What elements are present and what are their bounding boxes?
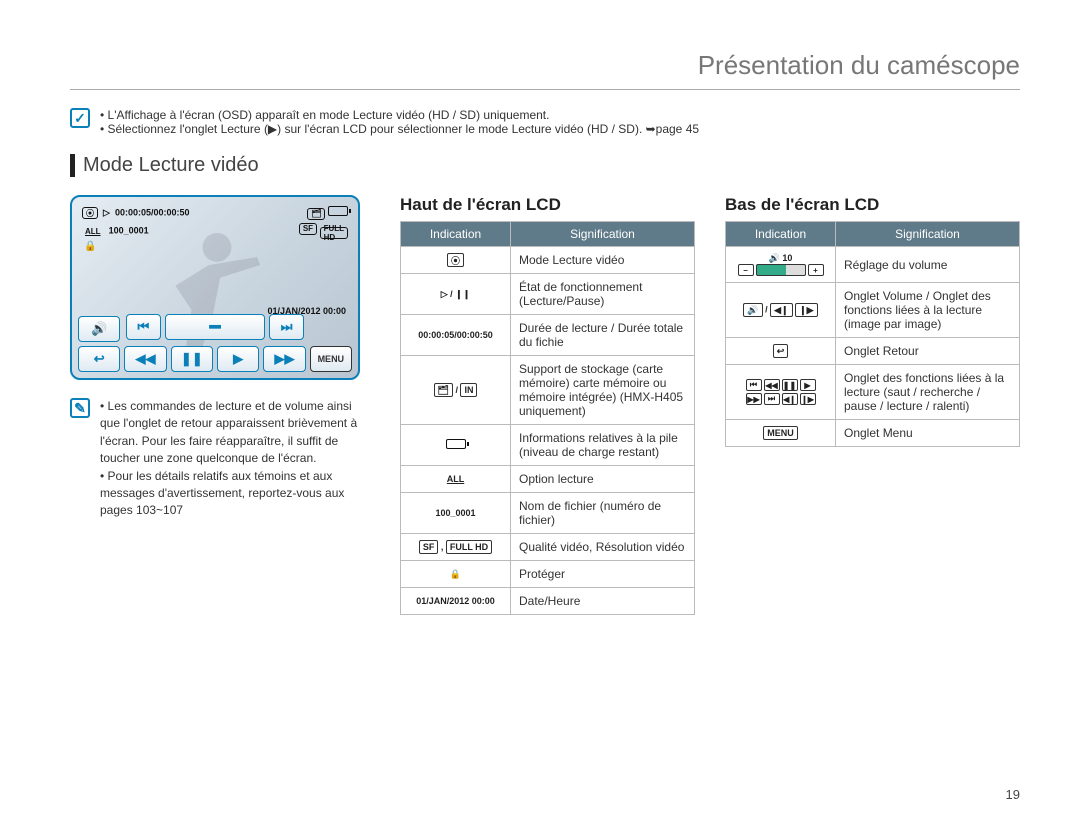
table-row: Informations relatives à la pile (niveau… bbox=[401, 425, 695, 466]
battery-icon bbox=[446, 439, 466, 449]
table-row: 100_0001Nom de fichier (numéro de fichie… bbox=[401, 493, 695, 534]
table-row: ⦿ Mode Lecture vidéo bbox=[401, 247, 695, 274]
table-header-indication: Indication bbox=[726, 222, 836, 247]
table-row: ▷ / ❙❙État de fonctionnement (Lecture/Pa… bbox=[401, 274, 695, 315]
table-row: MENU Onglet Menu bbox=[726, 420, 1020, 447]
table-row: 🗂 / INSupport de stockage (carte mémoire… bbox=[401, 356, 695, 425]
play-button[interactable]: ▶ bbox=[217, 346, 259, 372]
card-icon: 🗂 bbox=[307, 208, 325, 220]
cell-sig: Réglage du volume bbox=[836, 247, 1020, 283]
cell-sig: Informations relatives à la pile (niveau… bbox=[511, 425, 695, 466]
frame-back-icon: ◀❙ bbox=[770, 303, 792, 317]
table-header-indication: Indication bbox=[401, 222, 511, 247]
top-note-item: L'Affichage à l'écran (OSD) apparaît en … bbox=[100, 108, 699, 122]
menu-tab-icon: MENU bbox=[763, 426, 798, 440]
volume-button[interactable]: 🔊 bbox=[78, 316, 120, 342]
cell-sig: Date/Heure bbox=[511, 588, 695, 615]
cell-sig: Nom de fichier (numéro de fichier) bbox=[511, 493, 695, 534]
playback-functions-icon-2: ▶▶⏭◀❙❙▶ bbox=[746, 393, 816, 405]
quality-sf-icon: SF bbox=[419, 540, 439, 554]
table-row: SF , FULL HDQualité vidéo, Résolution vi… bbox=[401, 534, 695, 561]
table-row: 00:00:05/00:00:50Durée de lecture / Duré… bbox=[401, 315, 695, 356]
cell-sig: Qualité vidéo, Résolution vidéo bbox=[511, 534, 695, 561]
datetime-icon: 01/JAN/2012 00:00 bbox=[401, 588, 511, 615]
skip-forward-button[interactable]: ⏭ bbox=[269, 314, 304, 340]
time-counter-icon: 00:00:05/00:00:50 bbox=[401, 315, 511, 356]
progress-bar[interactable]: ━ bbox=[165, 314, 265, 340]
table-row: ↩ Onglet Retour bbox=[726, 338, 1020, 365]
top-note-block: ✓ L'Affichage à l'écran (OSD) apparaît e… bbox=[70, 108, 1020, 136]
return-tab-icon: ↩ bbox=[773, 344, 789, 358]
table-row: 01/JAN/2012 00:00Date/Heure bbox=[401, 588, 695, 615]
table-row: 🔊 10 −+ Réglage du volume bbox=[726, 247, 1020, 283]
table-row: 🔒Protéger bbox=[401, 561, 695, 588]
cell-sig: Onglet Retour bbox=[836, 338, 1020, 365]
left-note-item: Pour les détails relatifs aux témoins et… bbox=[100, 468, 370, 520]
filename-icon: 100_0001 bbox=[401, 493, 511, 534]
table-row: ALLOption lecture bbox=[401, 466, 695, 493]
ff-button[interactable]: ▶▶ bbox=[263, 346, 305, 372]
volume-readout-icon: 🔊 10 bbox=[734, 253, 827, 264]
lcd-time: 00:00:05/00:00:50 bbox=[115, 208, 190, 218]
resolution-fullhd-icon: FULLHD bbox=[320, 227, 348, 239]
play-mode-icon: ⦿ bbox=[82, 207, 98, 219]
all-icon: ALL bbox=[82, 225, 104, 237]
page-number: 19 bbox=[1006, 787, 1020, 802]
cell-sig: Mode Lecture vidéo bbox=[511, 247, 695, 274]
cell-sig: Support de stockage (carte mémoire) cart… bbox=[511, 356, 695, 425]
lock-icon: 🔒 bbox=[84, 241, 96, 252]
storage-internal-icon: IN bbox=[460, 383, 477, 397]
return-button[interactable]: ↩ bbox=[78, 346, 120, 372]
cell-sig: État de fonctionnement (Lecture/Pause) bbox=[511, 274, 695, 315]
cell-sig: Durée de lecture / Durée totale du fichi… bbox=[511, 315, 695, 356]
menu-button[interactable]: MENU bbox=[310, 346, 352, 372]
table-header-signification: Signification bbox=[511, 222, 695, 247]
mid-table: Indication Signification ⦿ Mode Lecture v… bbox=[400, 221, 695, 615]
pause-button[interactable]: ❚❚ bbox=[171, 346, 213, 372]
info-icon: ✎ bbox=[70, 398, 90, 418]
table-row: ⏮◀◀❚❚▶ ▶▶⏭◀❙❙▶ Onglet des fonctions liée… bbox=[726, 365, 1020, 420]
table-header-signification: Signification bbox=[836, 222, 1020, 247]
section-title: Mode Lecture vidéo bbox=[70, 154, 1020, 177]
cell-sig: Onglet Volume / Onglet des fonctions lié… bbox=[836, 283, 1020, 338]
playback-functions-icon: ⏮◀◀❚❚▶ bbox=[746, 379, 816, 391]
chapter-title: Présentation du caméscope bbox=[70, 50, 1020, 90]
table-row: 🔊 / ◀❙ ❙▶ Onglet Volume / Onglet des fon… bbox=[726, 283, 1020, 338]
protect-lock-icon: 🔒 bbox=[401, 561, 511, 588]
mid-heading: Haut de l'écran LCD bbox=[400, 195, 695, 215]
battery-icon bbox=[328, 206, 348, 216]
right-table: Indication Signification 🔊 10 −+ Réglage… bbox=[725, 221, 1020, 447]
left-note-block: ✎ Les commandes de lecture et de volume … bbox=[70, 398, 370, 520]
rewind-button[interactable]: ◀◀ bbox=[124, 346, 166, 372]
cell-sig: Protéger bbox=[511, 561, 695, 588]
cell-sig: Onglet des fonctions liées à la lecture … bbox=[836, 365, 1020, 420]
frame-fwd-icon: ❙▶ bbox=[795, 303, 817, 317]
cell-sig: Option lecture bbox=[511, 466, 695, 493]
right-heading: Bas de l'écran LCD bbox=[725, 195, 1020, 215]
resolution-fullhd-icon: FULL HD bbox=[446, 540, 492, 554]
volume-tab-icon: 🔊 bbox=[743, 303, 762, 317]
volume-slider-icon: −+ bbox=[738, 264, 824, 276]
cell-sig: Onglet Menu bbox=[836, 420, 1020, 447]
top-note-item: Sélectionnez l'onglet Lecture (▶) sur l'… bbox=[100, 122, 699, 136]
play-pause-icon: ▷ / ❙❙ bbox=[401, 274, 511, 315]
storage-card-icon: 🗂 bbox=[434, 383, 453, 397]
check-icon: ✓ bbox=[70, 108, 90, 128]
play-option-all-icon: ALL bbox=[401, 466, 511, 493]
top-note-list: L'Affichage à l'écran (OSD) apparaît en … bbox=[100, 108, 699, 136]
left-note-item: Les commandes de lecture et de volume ai… bbox=[100, 398, 370, 468]
lcd-preview: ⦿ ▷ 00:00:05/00:00:50 🗂 ALL 100_0001 bbox=[70, 195, 360, 380]
skip-back-button[interactable]: ⏮ bbox=[126, 314, 161, 340]
play-mode-icon: ⦿ bbox=[447, 253, 464, 267]
